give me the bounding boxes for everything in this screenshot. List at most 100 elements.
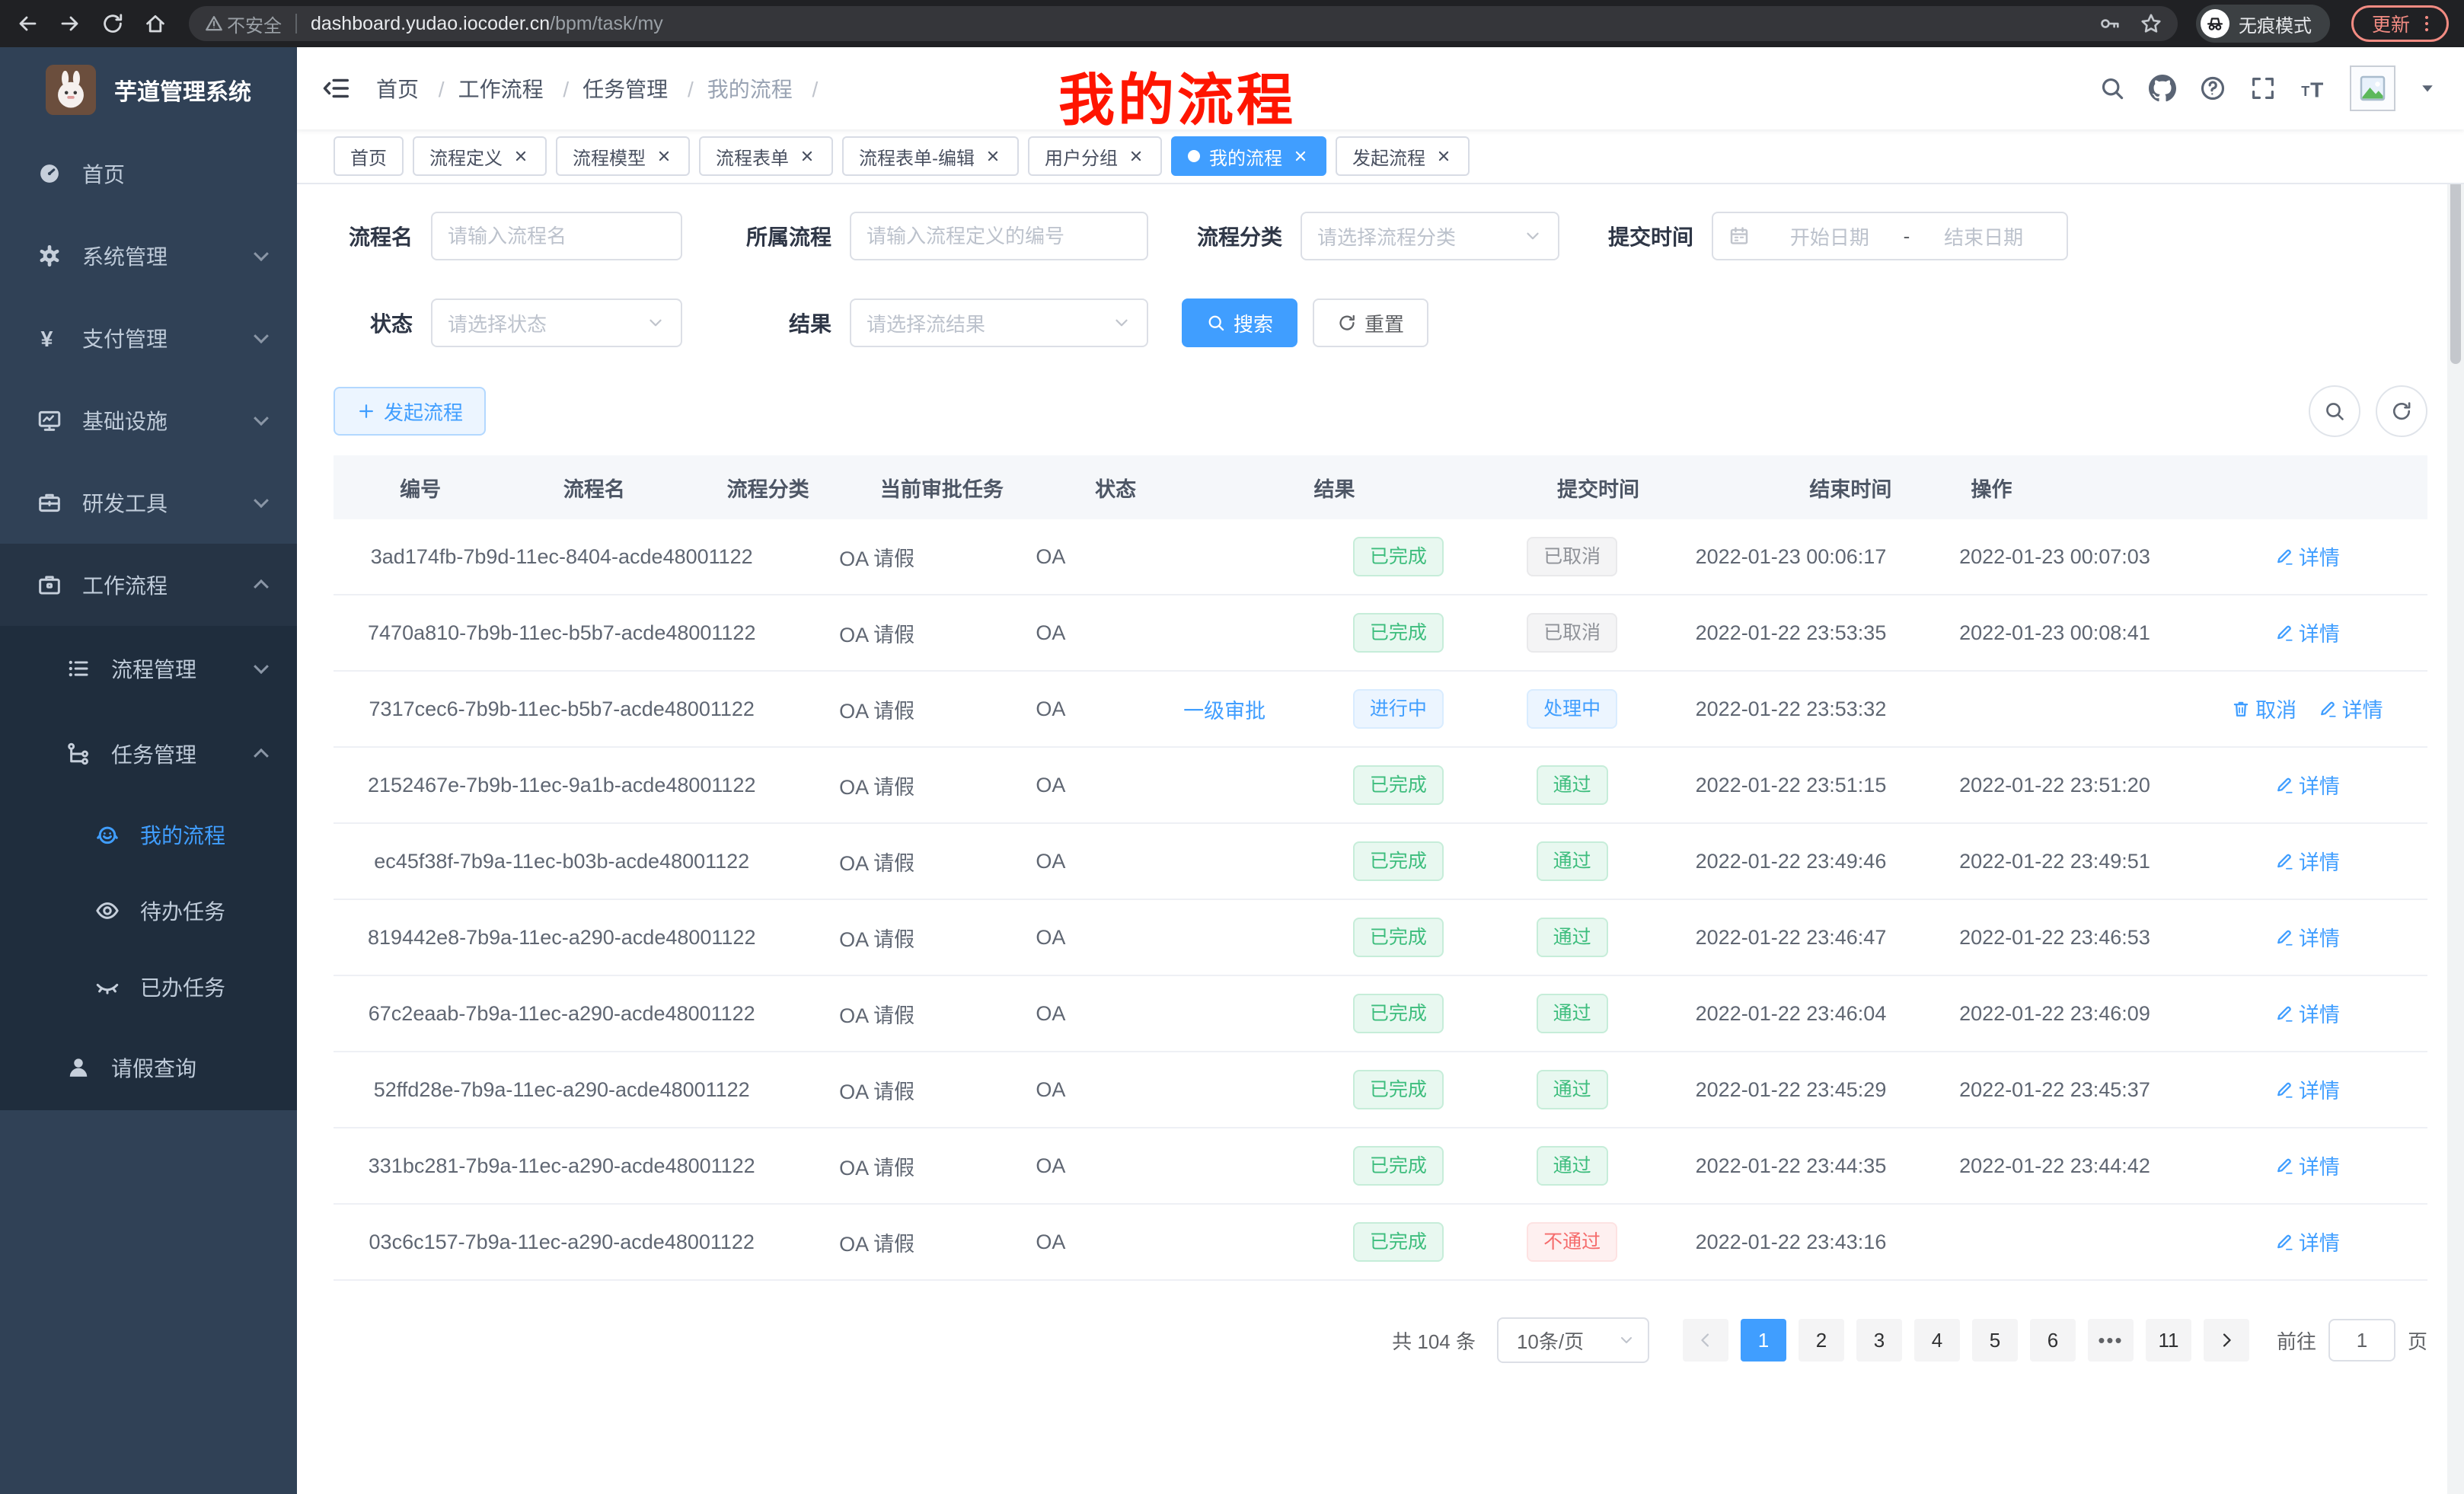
prev-page-button[interactable] (1683, 1319, 1728, 1362)
detail-link[interactable]: 详情 (2274, 618, 2340, 647)
breadcrumb-item[interactable]: 工作流程 (458, 78, 544, 101)
sidebar-item[interactable]: 已办任务 (0, 949, 297, 1025)
view-tab[interactable]: 发起流程 (1336, 136, 1470, 176)
page-number-button[interactable]: 1 (1741, 1319, 1786, 1362)
view-tab[interactable]: 流程表单 (699, 136, 833, 176)
toggle-search-button[interactable] (2309, 385, 2360, 437)
github-icon[interactable] (2149, 75, 2176, 102)
edit-icon (2274, 547, 2294, 567)
tab-close-icon[interactable] (655, 147, 673, 165)
forward-button[interactable] (52, 5, 88, 42)
sidebar-collapse-button[interactable] (321, 73, 352, 104)
user-icon (65, 1055, 91, 1081)
cancel-link[interactable]: 取消 (2231, 694, 2296, 723)
result-select[interactable]: 请选择流结果 (850, 298, 1148, 347)
current-task-link[interactable]: 一级审批 (1183, 700, 1266, 723)
browser-update-button[interactable]: 更新 (2351, 5, 2449, 42)
status-tag: 已完成 (1353, 613, 1444, 653)
process-name-input[interactable] (431, 212, 682, 260)
detail-link[interactable]: 详情 (2274, 541, 2340, 571)
sidebar-item[interactable]: 首页 (0, 132, 297, 215)
start-process-button[interactable]: 发起流程 (334, 387, 486, 436)
result-label: 结果 (716, 308, 850, 338)
page-number-button[interactable]: 3 (1856, 1319, 1902, 1362)
detail-link[interactable]: 详情 (2274, 770, 2340, 800)
sidebar-item[interactable]: 研发工具 (0, 461, 297, 544)
sidebar-item[interactable]: 我的流程 (0, 796, 297, 873)
reset-button[interactable]: 重置 (1313, 298, 1428, 347)
key-icon[interactable] (2099, 12, 2121, 35)
header-search-icon[interactable] (2099, 75, 2126, 102)
submit-time-range-picker[interactable]: 开始日期 - 结束日期 (1712, 212, 2068, 260)
font-size-icon[interactable]: TT (2300, 75, 2327, 102)
breadcrumb-separator: / (563, 78, 569, 101)
status-tag: 已完成 (1353, 994, 1444, 1033)
app-logo-row[interactable]: 芋道管理系统 (0, 47, 297, 132)
sidebar-item[interactable]: 任务管理 (0, 711, 297, 796)
breadcrumb-item[interactable]: 我的流程 (707, 78, 793, 101)
browser-menu-icon[interactable] (2416, 13, 2437, 34)
refresh-table-button[interactable] (2376, 385, 2427, 437)
tab-close-icon[interactable] (1127, 147, 1145, 165)
sidebar-item[interactable]: 基础设施 (0, 379, 297, 461)
image-placeholder-icon (2357, 73, 2388, 104)
view-tab[interactable]: 流程模型 (556, 136, 690, 176)
parent-process-input[interactable] (850, 212, 1148, 260)
result-tag: 通过 (1537, 1070, 1608, 1109)
detail-link[interactable]: 详情 (2274, 846, 2340, 876)
avatar-caret-icon[interactable] (2418, 79, 2437, 97)
reload-button[interactable] (94, 5, 131, 42)
breadcrumb-item[interactable]: 首页 (376, 78, 419, 101)
detail-link[interactable]: 详情 (2318, 694, 2383, 723)
view-tab[interactable]: 流程表单-编辑 (842, 136, 1019, 176)
detail-link[interactable]: 详情 (2274, 1074, 2340, 1104)
status-select[interactable]: 请选择状态 (431, 298, 682, 347)
cell-submit-time: 2022-01-22 23:44:35 (1659, 1154, 1923, 1178)
next-page-button[interactable] (2204, 1319, 2249, 1362)
page-number-button[interactable]: ••• (2088, 1319, 2134, 1362)
view-tab[interactable]: 首页 (334, 136, 404, 176)
sidebar-item[interactable]: 请假查询 (0, 1025, 297, 1110)
view-tab[interactable]: 用户分组 (1028, 136, 1162, 176)
detail-link[interactable]: 详情 (2274, 998, 2340, 1028)
user-avatar[interactable] (2350, 65, 2395, 111)
page-number-button[interactable]: 2 (1799, 1319, 1844, 1362)
tab-close-icon[interactable] (798, 147, 816, 165)
tab-close-icon[interactable] (984, 147, 1002, 165)
sidebar-item-label: 首页 (82, 158, 125, 189)
detail-link[interactable]: 详情 (2274, 1227, 2340, 1256)
page-scrollbar[interactable] (2447, 47, 2464, 1494)
view-tab[interactable]: 我的流程 (1171, 136, 1326, 176)
page-number-button[interactable]: 11 (2146, 1319, 2191, 1362)
page-size-select[interactable]: 10条/页 (1497, 1317, 1649, 1363)
chevron-icon (254, 410, 269, 426)
page-number-button[interactable]: 6 (2030, 1319, 2076, 1362)
page-number-button[interactable]: 4 (1914, 1319, 1960, 1362)
cell-id: 52ffd28e-7b9a-11ec-a290-acde48001122 (334, 1078, 790, 1102)
address-bar[interactable]: 不安全 dashboard.yudao.iocoder.cn /bpm/task… (189, 6, 2178, 41)
cell-category: OA (964, 1078, 1138, 1102)
tab-close-icon[interactable] (1435, 147, 1453, 165)
bookmark-star-icon[interactable] (2140, 12, 2162, 35)
sidebar-item[interactable]: 流程管理 (0, 626, 297, 711)
process-name-label: 流程名 (334, 221, 431, 251)
sidebar-item[interactable]: 待办任务 (0, 873, 297, 949)
category-select[interactable]: 请选择流程分类 (1301, 212, 1559, 260)
search-button[interactable]: 搜索 (1182, 298, 1297, 347)
goto-page-input[interactable] (2328, 1319, 2395, 1362)
home-button[interactable] (137, 5, 174, 42)
tab-close-icon[interactable] (512, 147, 530, 165)
view-tab[interactable]: 流程定义 (413, 136, 547, 176)
back-button[interactable] (9, 5, 46, 42)
sidebar-item[interactable]: 工作流程 (0, 544, 297, 626)
security-label[interactable]: 不安全 (227, 11, 282, 37)
detail-link[interactable]: 详情 (2274, 1151, 2340, 1180)
tab-close-icon[interactable] (1291, 147, 1310, 165)
breadcrumb-item[interactable]: 任务管理 (582, 78, 668, 101)
detail-link[interactable]: 详情 (2274, 922, 2340, 952)
sidebar-item[interactable]: ¥ 支付管理 (0, 297, 297, 379)
sidebar-item[interactable]: 系统管理 (0, 215, 297, 297)
help-icon[interactable] (2199, 75, 2226, 102)
page-number-button[interactable]: 5 (1972, 1319, 2018, 1362)
fullscreen-icon[interactable] (2249, 75, 2277, 102)
